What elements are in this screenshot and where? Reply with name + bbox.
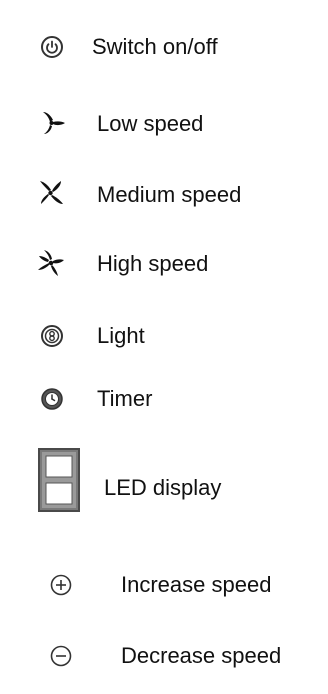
fan-medium-icon bbox=[40, 181, 63, 204]
legend-label: LED display bbox=[104, 475, 222, 500]
legend-label: Switch on/off bbox=[92, 34, 218, 59]
legend-item-light: Light bbox=[0, 315, 328, 355]
legend-label: Decrease speed bbox=[121, 643, 282, 668]
legend-label: Increase speed bbox=[121, 572, 272, 597]
fan-remote-legend: { "legend": { "items": [ { "icon": "powe… bbox=[0, 0, 328, 694]
legend-item-low-speed: Low speed bbox=[0, 104, 328, 144]
legend-item-medium-speed: Medium speed bbox=[0, 175, 328, 215]
legend-label: Medium speed bbox=[97, 182, 242, 207]
legend-item-switch: Switch on/off bbox=[0, 27, 328, 67]
legend-label: High speed bbox=[97, 251, 209, 276]
legend-label: Low speed bbox=[97, 111, 204, 136]
fan-low-icon bbox=[43, 112, 65, 134]
legend-item-high-speed: High speed bbox=[0, 244, 328, 284]
legend-label: Light bbox=[97, 323, 145, 348]
minus-icon bbox=[50, 645, 72, 667]
timer-icon bbox=[41, 388, 63, 410]
legend-item-led-display: LED display bbox=[0, 448, 328, 512]
legend-item-increase-speed: Increase speed bbox=[0, 565, 328, 605]
fan-high-icon bbox=[38, 250, 64, 276]
light-icon bbox=[41, 325, 63, 347]
legend-label: Timer bbox=[97, 386, 153, 411]
led-display-icon bbox=[38, 448, 80, 512]
plus-icon bbox=[50, 574, 72, 596]
power-icon bbox=[41, 36, 63, 58]
legend-item-decrease-speed: Decrease speed bbox=[0, 635, 328, 675]
legend-item-timer: Timer bbox=[0, 378, 328, 418]
